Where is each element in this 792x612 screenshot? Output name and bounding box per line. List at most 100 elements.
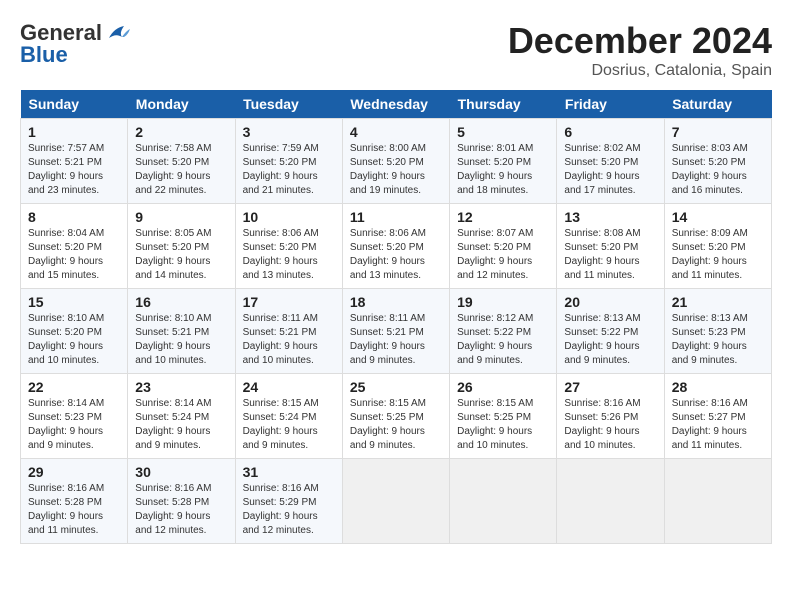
calendar-day-cell: 2 Sunrise: 7:58 AMSunset: 5:20 PMDaylight… bbox=[128, 119, 235, 204]
title-section: December 2024 Dosrius, Catalonia, Spain bbox=[508, 20, 772, 80]
calendar-week-row: 29 Sunrise: 8:16 AMSunset: 5:28 PMDayligh… bbox=[21, 459, 772, 544]
calendar-week-row: 15 Sunrise: 8:10 AMSunset: 5:20 PMDayligh… bbox=[21, 289, 772, 374]
calendar-day-cell: 5 Sunrise: 8:01 AMSunset: 5:20 PMDaylight… bbox=[450, 119, 557, 204]
day-number: 13 bbox=[564, 209, 656, 225]
day-info: Sunrise: 8:06 AMSunset: 5:20 PMDaylight:… bbox=[243, 228, 319, 281]
calendar-day-cell: 8Sunrise: 8:04 AMSunset: 5:20 PMDaylight… bbox=[21, 204, 128, 289]
calendar-day-cell: 20 Sunrise: 8:13 AMSunset: 5:22 PMDayligh… bbox=[557, 289, 664, 374]
calendar-day-cell: 26 Sunrise: 8:15 AMSunset: 5:25 PMDayligh… bbox=[450, 374, 557, 459]
calendar-week-row: 1 Sunrise: 7:57 AMSunset: 5:21 PMDaylight… bbox=[21, 119, 772, 204]
day-number: 19 bbox=[457, 294, 549, 310]
day-info: Sunrise: 8:15 AMSunset: 5:24 PMDaylight:… bbox=[243, 398, 319, 451]
calendar-day-cell: 7 Sunrise: 8:03 AMSunset: 5:20 PMDaylight… bbox=[664, 119, 771, 204]
day-info: Sunrise: 8:01 AMSunset: 5:20 PMDaylight:… bbox=[457, 143, 533, 196]
day-info: Sunrise: 8:16 AMSunset: 5:28 PMDaylight:… bbox=[135, 483, 211, 536]
day-number: 15 bbox=[28, 294, 120, 310]
calendar-day-cell: 10Sunrise: 8:06 AMSunset: 5:20 PMDayligh… bbox=[235, 204, 342, 289]
day-info: Sunrise: 8:08 AMSunset: 5:20 PMDaylight:… bbox=[564, 228, 640, 281]
day-number: 23 bbox=[135, 379, 227, 395]
logo: General Blue bbox=[20, 20, 132, 68]
day-info: Sunrise: 8:10 AMSunset: 5:21 PMDaylight:… bbox=[135, 313, 211, 366]
day-number: 28 bbox=[672, 379, 764, 395]
day-number: 16 bbox=[135, 294, 227, 310]
calendar-day-cell: 13 Sunrise: 8:08 AMSunset: 5:20 PMDayligh… bbox=[557, 204, 664, 289]
day-info: Sunrise: 8:14 AMSunset: 5:23 PMDaylight:… bbox=[28, 398, 104, 451]
calendar-day-cell: 30 Sunrise: 8:16 AMSunset: 5:28 PMDayligh… bbox=[128, 459, 235, 544]
day-number: 26 bbox=[457, 379, 549, 395]
day-number: 21 bbox=[672, 294, 764, 310]
day-info: Sunrise: 8:00 AMSunset: 5:20 PMDaylight:… bbox=[350, 143, 426, 196]
calendar-day-cell: 1 Sunrise: 7:57 AMSunset: 5:21 PMDaylight… bbox=[21, 119, 128, 204]
calendar-day-cell: 16 Sunrise: 8:10 AMSunset: 5:21 PMDayligh… bbox=[128, 289, 235, 374]
weekday-header-friday: Friday bbox=[557, 90, 664, 119]
day-info: Sunrise: 8:04 AMSunset: 5:20 PMDaylight:… bbox=[28, 228, 104, 281]
day-number: 3 bbox=[243, 124, 335, 140]
day-info: Sunrise: 8:06 AMSunset: 5:20 PMDaylight:… bbox=[350, 228, 426, 281]
day-info: Sunrise: 8:15 AMSunset: 5:25 PMDaylight:… bbox=[350, 398, 426, 451]
weekday-header-wednesday: Wednesday bbox=[342, 90, 449, 119]
day-number: 20 bbox=[564, 294, 656, 310]
day-number: 12 bbox=[457, 209, 549, 225]
day-number: 11 bbox=[350, 209, 442, 225]
calendar-day-cell bbox=[342, 459, 449, 544]
day-number: 4 bbox=[350, 124, 442, 140]
calendar-day-cell: 3 Sunrise: 7:59 AMSunset: 5:20 PMDaylight… bbox=[235, 119, 342, 204]
day-info: Sunrise: 7:58 AMSunset: 5:20 PMDaylight:… bbox=[135, 143, 211, 196]
logo-bird-icon bbox=[104, 23, 132, 43]
day-number: 29 bbox=[28, 464, 120, 480]
day-info: Sunrise: 8:07 AMSunset: 5:20 PMDaylight:… bbox=[457, 228, 533, 281]
calendar-day-cell bbox=[664, 459, 771, 544]
day-info: Sunrise: 8:03 AMSunset: 5:20 PMDaylight:… bbox=[672, 143, 748, 196]
calendar-day-cell: 27Sunrise: 8:16 AMSunset: 5:26 PMDayligh… bbox=[557, 374, 664, 459]
logo-blue: Blue bbox=[20, 42, 68, 68]
day-info: Sunrise: 8:09 AMSunset: 5:20 PMDaylight:… bbox=[672, 228, 748, 281]
day-number: 17 bbox=[243, 294, 335, 310]
weekday-header-tuesday: Tuesday bbox=[235, 90, 342, 119]
calendar-day-cell bbox=[450, 459, 557, 544]
calendar-day-cell: 9Sunrise: 8:05 AMSunset: 5:20 PMDaylight… bbox=[128, 204, 235, 289]
day-number: 18 bbox=[350, 294, 442, 310]
calendar-day-cell: 29 Sunrise: 8:16 AMSunset: 5:28 PMDayligh… bbox=[21, 459, 128, 544]
day-number: 14 bbox=[672, 209, 764, 225]
day-info: Sunrise: 8:13 AMSunset: 5:22 PMDaylight:… bbox=[564, 313, 640, 366]
day-info: Sunrise: 8:10 AMSunset: 5:20 PMDaylight:… bbox=[28, 313, 104, 366]
calendar-day-cell: 6 Sunrise: 8:02 AMSunset: 5:20 PMDaylight… bbox=[557, 119, 664, 204]
weekday-header-monday: Monday bbox=[128, 90, 235, 119]
calendar-table: SundayMondayTuesdayWednesdayThursdayFrid… bbox=[20, 90, 772, 544]
day-info: Sunrise: 8:02 AMSunset: 5:20 PMDaylight:… bbox=[564, 143, 640, 196]
calendar-day-cell: 19Sunrise: 8:12 AMSunset: 5:22 PMDayligh… bbox=[450, 289, 557, 374]
day-number: 1 bbox=[28, 124, 120, 140]
day-info: Sunrise: 8:16 AMSunset: 5:29 PMDaylight:… bbox=[243, 483, 319, 536]
day-info: Sunrise: 7:57 AMSunset: 5:21 PMDaylight:… bbox=[28, 143, 104, 196]
calendar-day-cell: 11 Sunrise: 8:06 AMSunset: 5:20 PMDayligh… bbox=[342, 204, 449, 289]
calendar-body: 1 Sunrise: 7:57 AMSunset: 5:21 PMDaylight… bbox=[21, 119, 772, 544]
day-number: 22 bbox=[28, 379, 120, 395]
day-number: 6 bbox=[564, 124, 656, 140]
calendar-day-cell: 25 Sunrise: 8:15 AMSunset: 5:25 PMDayligh… bbox=[342, 374, 449, 459]
month-year-title: December 2024 bbox=[508, 20, 772, 62]
calendar-day-cell: 24Sunrise: 8:15 AMSunset: 5:24 PMDayligh… bbox=[235, 374, 342, 459]
calendar-day-cell: 4 Sunrise: 8:00 AMSunset: 5:20 PMDaylight… bbox=[342, 119, 449, 204]
calendar-day-cell: 31 Sunrise: 8:16 AMSunset: 5:29 PMDayligh… bbox=[235, 459, 342, 544]
day-number: 5 bbox=[457, 124, 549, 140]
day-info: Sunrise: 8:16 AMSunset: 5:26 PMDaylight:… bbox=[564, 398, 640, 451]
day-info: Sunrise: 8:11 AMSunset: 5:21 PMDaylight:… bbox=[350, 313, 425, 366]
calendar-header-row: SundayMondayTuesdayWednesdayThursdayFrid… bbox=[21, 90, 772, 119]
weekday-header-thursday: Thursday bbox=[450, 90, 557, 119]
day-info: Sunrise: 8:16 AMSunset: 5:28 PMDaylight:… bbox=[28, 483, 104, 536]
day-number: 30 bbox=[135, 464, 227, 480]
day-number: 25 bbox=[350, 379, 442, 395]
page-header: General Blue December 2024 Dosrius, Cata… bbox=[20, 20, 772, 80]
day-info: Sunrise: 8:05 AMSunset: 5:20 PMDaylight:… bbox=[135, 228, 211, 281]
calendar-day-cell: 12 Sunrise: 8:07 AMSunset: 5:20 PMDayligh… bbox=[450, 204, 557, 289]
calendar-day-cell: 21Sunrise: 8:13 AMSunset: 5:23 PMDayligh… bbox=[664, 289, 771, 374]
location-subtitle: Dosrius, Catalonia, Spain bbox=[508, 62, 772, 80]
day-number: 7 bbox=[672, 124, 764, 140]
calendar-day-cell: 18 Sunrise: 8:11 AMSunset: 5:21 PMDayligh… bbox=[342, 289, 449, 374]
weekday-header-sunday: Sunday bbox=[21, 90, 128, 119]
day-number: 31 bbox=[243, 464, 335, 480]
day-info: Sunrise: 7:59 AMSunset: 5:20 PMDaylight:… bbox=[243, 143, 319, 196]
calendar-week-row: 22 Sunrise: 8:14 AMSunset: 5:23 PMDayligh… bbox=[21, 374, 772, 459]
day-number: 2 bbox=[135, 124, 227, 140]
day-info: Sunrise: 8:15 AMSunset: 5:25 PMDaylight:… bbox=[457, 398, 533, 451]
